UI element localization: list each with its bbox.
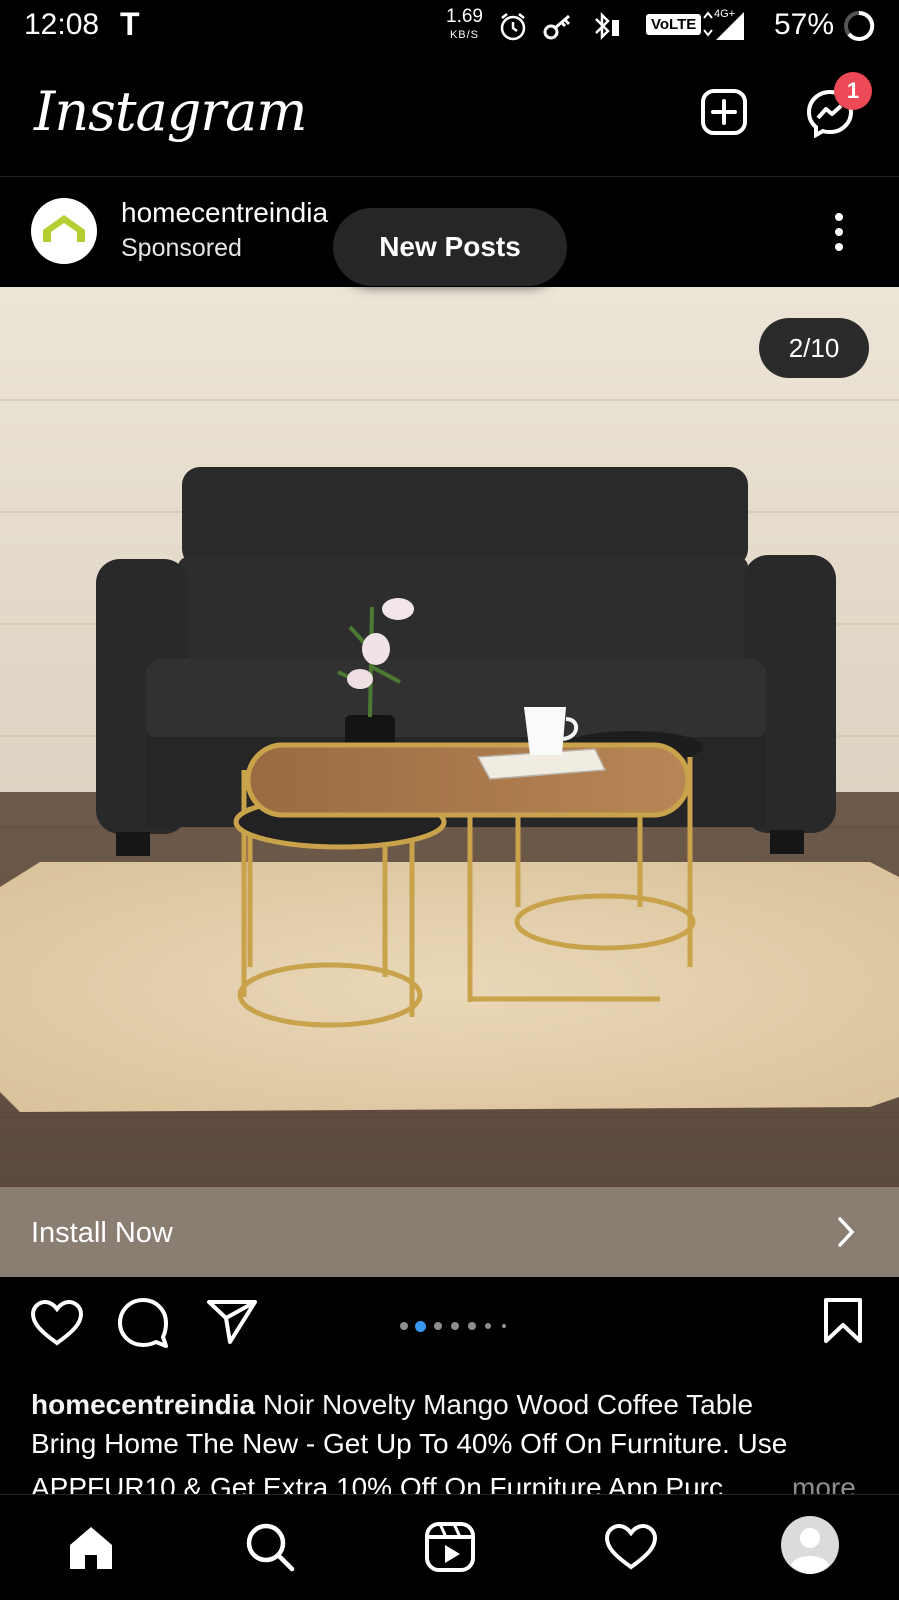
carousel-dot: [451, 1322, 459, 1330]
caption-title: Noir Novelty Mango Wood Coffee Table: [262, 1389, 754, 1420]
notification-icon: T: [120, 6, 140, 42]
comment-icon[interactable]: [117, 1297, 169, 1349]
carousel-dot-active: [415, 1321, 426, 1332]
post-actions: [0, 1277, 899, 1377]
bluetooth-icon: [595, 11, 619, 41]
caption-username[interactable]: homecentreindia: [31, 1389, 255, 1420]
share-send-icon[interactable]: [206, 1299, 258, 1345]
post-photo[interactable]: 2/10: [0, 287, 899, 1187]
caption-text: Bring Home The New - Get Up To 40% Off O…: [31, 1428, 788, 1459]
save-bookmark-icon[interactable]: [822, 1297, 864, 1345]
signal-icon: [703, 11, 744, 40]
carousel-dot: [434, 1322, 442, 1330]
key-icon: [543, 14, 571, 40]
speed-unit: KB/S: [449, 29, 480, 41]
instagram-logo[interactable]: Instagram: [34, 80, 307, 143]
carousel-dot: [400, 1322, 408, 1330]
reels-icon[interactable]: [424, 1521, 476, 1573]
volte-badge: VoLTE: [646, 14, 702, 35]
new-posts-button[interactable]: New Posts: [333, 208, 567, 286]
post-caption: homecentreindia Noir Novelty Mango Wood …: [31, 1380, 871, 1430]
more-options-icon[interactable]: [834, 212, 844, 252]
homecentre-logo-icon: [43, 215, 85, 242]
sofa-coffee-table-photo: [0, 287, 899, 1187]
search-icon[interactable]: [244, 1521, 296, 1573]
network-speed: 1.69 KB/S: [446, 6, 483, 44]
post-username[interactable]: homecentreindia: [121, 197, 328, 229]
battery-percent: 57%: [774, 8, 835, 41]
new-post-button[interactable]: [700, 88, 748, 136]
chevron-right-icon: [838, 1217, 855, 1247]
install-now-bar[interactable]: Install Now: [0, 1187, 899, 1277]
carousel-dot: [468, 1322, 476, 1330]
install-now-label: Install Now: [31, 1217, 173, 1249]
photo-counter: 2/10: [759, 318, 869, 378]
alarm-icon: [500, 13, 526, 41]
carousel-dot: [502, 1324, 506, 1328]
like-heart-icon[interactable]: [30, 1299, 84, 1347]
messages-badge: 1: [834, 72, 872, 110]
sponsored-label: Sponsored: [121, 234, 242, 262]
app-header: Instagram 1: [0, 52, 899, 177]
carousel-dots: [400, 1321, 530, 1332]
carousel-dot: [485, 1323, 491, 1329]
home-icon[interactable]: [66, 1523, 116, 1573]
battery-icon: [844, 10, 875, 41]
status-bar: 12:08 T 1.69 KB/S VoLTE 4G+ 57%: [0, 0, 899, 52]
speed-value: 1.69: [446, 6, 483, 27]
bottom-navigation: [0, 1494, 899, 1600]
status-time: 12:08: [24, 8, 100, 41]
account-avatar[interactable]: [31, 198, 97, 264]
profile-avatar[interactable]: [780, 1515, 840, 1575]
activity-heart-icon[interactable]: [604, 1523, 658, 1571]
